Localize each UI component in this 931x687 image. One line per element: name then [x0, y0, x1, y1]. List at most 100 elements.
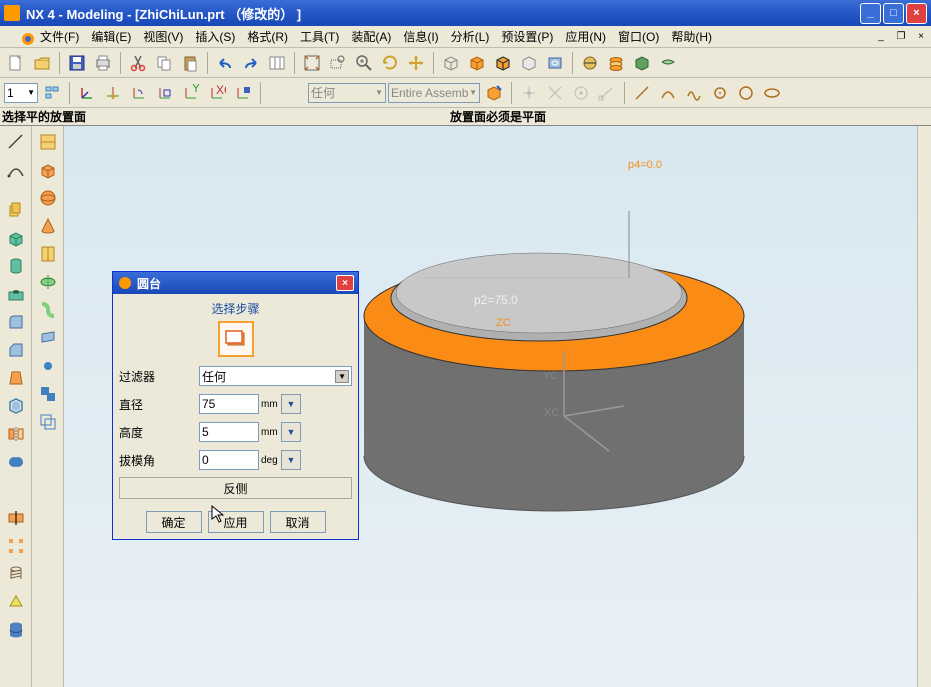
spline-icon[interactable]: [682, 81, 706, 105]
filter-any-combo[interactable]: 任何▼: [308, 83, 386, 103]
shaded-icon[interactable]: [465, 51, 489, 75]
diameter-dropdown-button[interactable]: ▼: [281, 394, 301, 414]
dialog-close-button[interactable]: ×: [336, 275, 354, 291]
offset-icon[interactable]: [36, 410, 60, 434]
arc-icon[interactable]: [656, 81, 680, 105]
intersect-icon[interactable]: [36, 354, 60, 378]
menu-app[interactable]: 应用(N): [559, 26, 612, 47]
redo-icon[interactable]: [239, 51, 263, 75]
menu-insert[interactable]: 插入(S): [189, 26, 241, 47]
snap-point-icon[interactable]: [517, 81, 541, 105]
menu-analyze[interactable]: 分析(L): [445, 26, 496, 47]
maximize-button[interactable]: □: [883, 3, 904, 24]
sketch-icon[interactable]: [36, 130, 60, 154]
menu-preset[interactable]: 预设置(P): [495, 26, 559, 47]
sheet-icon[interactable]: [656, 51, 680, 75]
sweep-icon[interactable]: [36, 298, 60, 322]
ok-button[interactable]: 确定: [146, 511, 202, 533]
minimize-button[interactable]: _: [860, 3, 881, 24]
filter-combo[interactable]: 任何▼: [199, 366, 352, 386]
menu-assembly[interactable]: 装配(A): [345, 26, 397, 47]
block-icon[interactable]: [4, 226, 28, 250]
menu-window[interactable]: 窗口(O): [612, 26, 665, 47]
subtract-icon[interactable]: [4, 478, 28, 502]
menu-format[interactable]: 格式(R): [241, 26, 294, 47]
shell-icon[interactable]: [4, 394, 28, 418]
close-button[interactable]: ×: [906, 3, 927, 24]
taper-input[interactable]: [199, 450, 259, 470]
ellipse-icon[interactable]: [760, 81, 784, 105]
menu-info[interactable]: 信息(I): [397, 26, 444, 47]
layer-icon[interactable]: [604, 51, 628, 75]
doc-restore-icon[interactable]: ❐: [893, 29, 909, 45]
wcs-save-icon[interactable]: [231, 81, 255, 105]
unite-icon[interactable]: [4, 450, 28, 474]
taper-dropdown-button[interactable]: ▼: [281, 450, 301, 470]
feature-tree-icon[interactable]: [40, 81, 64, 105]
circle2-icon[interactable]: [734, 81, 758, 105]
snap-end-icon[interactable]: [595, 81, 619, 105]
cube-icon[interactable]: [36, 158, 60, 182]
thread-icon[interactable]: [4, 562, 28, 586]
zoom-window-icon[interactable]: [326, 51, 350, 75]
circle-icon[interactable]: [708, 81, 732, 105]
paste-icon[interactable]: [178, 51, 202, 75]
step-face-button[interactable]: [218, 321, 254, 357]
selection-scope-combo[interactable]: 1▼: [4, 83, 38, 103]
unite2-icon[interactable]: [36, 382, 60, 406]
open-icon[interactable]: [30, 51, 54, 75]
wireframe-icon[interactable]: [439, 51, 463, 75]
snap-intersect-icon[interactable]: [543, 81, 567, 105]
menu-edit[interactable]: 编辑(E): [85, 26, 137, 47]
apply-button[interactable]: 应用: [208, 511, 264, 533]
chamfer-icon[interactable]: [4, 338, 28, 362]
save-icon[interactable]: [65, 51, 89, 75]
wcs-orient-icon[interactable]: [153, 81, 177, 105]
menu-file[interactable]: 文件(F): [34, 26, 85, 47]
fillet-icon[interactable]: [4, 310, 28, 334]
section-icon[interactable]: [578, 51, 602, 75]
print-icon[interactable]: [91, 51, 115, 75]
filter-assembly-combo[interactable]: Entire Assemb▼: [388, 83, 480, 103]
menu-help[interactable]: 帮助(H): [665, 26, 718, 47]
cut-icon[interactable]: [126, 51, 150, 75]
extrude-sheet-icon[interactable]: [36, 326, 60, 350]
db-icon[interactable]: [4, 618, 28, 642]
datum-icon[interactable]: [4, 590, 28, 614]
doc-minimize-icon[interactable]: _: [873, 29, 889, 45]
see-through-icon[interactable]: [543, 51, 567, 75]
hidden-icon[interactable]: [517, 51, 541, 75]
palette-icon[interactable]: [265, 51, 289, 75]
new-icon[interactable]: [4, 51, 28, 75]
wcs-dynamics-icon[interactable]: [75, 81, 99, 105]
height-input[interactable]: [199, 422, 259, 442]
zoom-icon[interactable]: [352, 51, 376, 75]
line-icon[interactable]: [630, 81, 654, 105]
wcs-rotate-icon[interactable]: [127, 81, 151, 105]
sphere-icon[interactable]: [36, 186, 60, 210]
dialog-titlebar[interactable]: 圆台 ×: [113, 272, 358, 294]
wcs-yc-icon[interactable]: YC: [179, 81, 203, 105]
hole-icon[interactable]: [4, 282, 28, 306]
wcs-xc-icon[interactable]: XC: [205, 81, 229, 105]
diameter-input[interactable]: [199, 394, 259, 414]
copy-icon[interactable]: [152, 51, 176, 75]
cylinder-icon[interactable]: [4, 254, 28, 278]
menu-tools[interactable]: 工具(T): [294, 26, 345, 47]
revolve-icon[interactable]: [36, 270, 60, 294]
cone-icon[interactable]: [36, 214, 60, 238]
sketch-arc-icon[interactable]: [4, 158, 28, 182]
select-cube-icon[interactable]: [482, 81, 506, 105]
fit-icon[interactable]: [300, 51, 324, 75]
pan-icon[interactable]: [404, 51, 428, 75]
trim-body-icon[interactable]: [4, 506, 28, 530]
mirror-icon[interactable]: [4, 422, 28, 446]
shaded-edges-icon[interactable]: [491, 51, 515, 75]
draft-icon[interactable]: [4, 366, 28, 390]
undo-icon[interactable]: [213, 51, 237, 75]
cancel-button[interactable]: 取消: [270, 511, 326, 533]
extrude-icon[interactable]: [4, 198, 28, 222]
height-dropdown-button[interactable]: ▼: [281, 422, 301, 442]
wcs-origin-icon[interactable]: [101, 81, 125, 105]
menu-view[interactable]: 视图(V): [137, 26, 189, 47]
